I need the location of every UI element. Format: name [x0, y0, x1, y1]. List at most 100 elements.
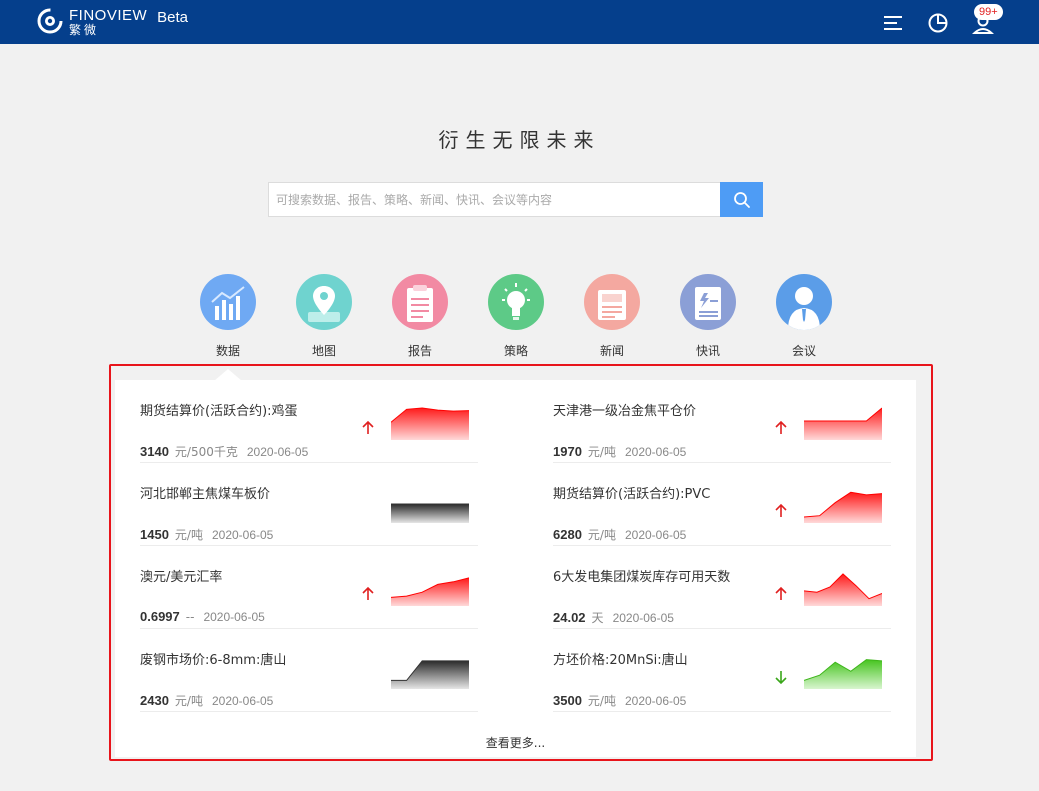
sparkline-area: [391, 577, 469, 606]
logo[interactable]: FINOVIEW 繁微 Beta: [37, 8, 188, 36]
arrow-up-icon: [775, 503, 787, 517]
sparkline-area: [804, 659, 882, 689]
category-news[interactable]: 新闻: [577, 272, 647, 359]
newspaper-icon: [584, 274, 640, 330]
sparkline-area: [391, 660, 469, 689]
item-meta: 6280 元/吨 2020-06-05: [553, 526, 686, 543]
item-meta: 24.02 天 2020-06-05: [553, 609, 674, 626]
map-pin-icon: [296, 274, 352, 330]
search-button[interactable]: [720, 182, 763, 217]
notification-badge[interactable]: 99+: [974, 4, 1003, 20]
sparkline-area: [804, 574, 882, 606]
sparkline: [391, 660, 469, 689]
data-item[interactable]: 6大发电集团煤炭库存可用天数 24.02 天 2020-06-05: [553, 546, 891, 629]
data-item[interactable]: 天津港一级冶金焦平仓价 1970 元/吨 2020-06-05: [553, 380, 891, 463]
item-value: 24.02: [553, 610, 586, 625]
category-data[interactable]: 数据: [193, 272, 263, 359]
item-unit: 天: [591, 611, 604, 625]
menu-icon[interactable]: [882, 12, 904, 34]
flash-doc-icon: [680, 274, 736, 330]
logo-mark-icon: [37, 8, 63, 34]
lightbulb-icon: [488, 274, 544, 330]
slogan: 衍生无限未来: [438, 128, 601, 152]
item-date: 2020-06-05: [246, 445, 309, 459]
data-item[interactable]: 方坯价格:20MnSi:唐山 3500 元/吨 2020-06-05: [553, 629, 891, 712]
data-panel: 查看更多... 期货结算价(活跃合约):鸡蛋 3140 元/500千克 2020-06…: [115, 380, 916, 757]
item-value: 6280: [553, 527, 582, 542]
item-meta: 1970 元/吨 2020-06-05: [553, 443, 686, 460]
item-title[interactable]: 期货结算价(活跃合约):PVC: [553, 483, 710, 502]
item-date: 2020-06-05: [624, 694, 687, 708]
category-label: 新闻: [599, 344, 624, 358]
item-value: 0.6997: [140, 609, 180, 624]
data-chart-icon: [200, 274, 256, 330]
item-date: 2020-06-05: [624, 528, 687, 542]
item-title[interactable]: 河北邯郸主焦煤车板价: [140, 483, 270, 502]
pie-chart-icon[interactable]: [927, 12, 949, 34]
category-map[interactable]: 地图: [289, 272, 359, 359]
category-meeting[interactable]: 会议: [769, 272, 839, 359]
item-unit: 元/500千克: [174, 445, 238, 459]
brand-name-cn: 繁微: [69, 23, 100, 37]
brand-name-en: FINOVIEW: [69, 7, 148, 24]
category-label: 会议: [791, 344, 816, 358]
beta-label: Beta: [157, 9, 189, 26]
item-unit: --: [185, 610, 195, 624]
item-meta: 3140 元/500千克 2020-06-05: [140, 443, 308, 460]
arrow-up-icon: [362, 586, 374, 600]
search-input[interactable]: [268, 182, 720, 217]
category-label: 报告: [407, 344, 432, 358]
sparkline: [391, 407, 469, 440]
item-title[interactable]: 方坯价格:20MnSi:唐山: [553, 649, 688, 668]
sparkline: [804, 573, 882, 606]
item-value: 1970: [553, 444, 582, 459]
sparkline: [804, 407, 882, 440]
item-title[interactable]: 6大发电集团煤炭库存可用天数: [553, 566, 730, 585]
item-value: 2430: [140, 693, 169, 708]
arrow-up-icon: [775, 586, 787, 600]
person-icon: [776, 274, 832, 330]
data-item[interactable]: 期货结算价(活跃合约):PVC 6280 元/吨 2020-06-05: [553, 463, 891, 546]
search-icon: [733, 191, 750, 208]
view-more-link[interactable]: 查看更多...: [115, 734, 916, 751]
top-navbar: FINOVIEW 繁微 Beta 99+: [0, 0, 1039, 44]
item-date: 2020-06-05: [211, 694, 274, 708]
item-value: 3140: [140, 444, 169, 459]
data-item[interactable]: 河北邯郸主焦煤车板价 1450 元/吨 2020-06-05: [140, 463, 478, 546]
data-item[interactable]: 期货结算价(活跃合约):鸡蛋 3140 元/500千克 2020-06-05: [140, 380, 478, 463]
item-meta: 2430 元/吨 2020-06-05: [140, 692, 273, 709]
item-date: 2020-06-05: [612, 611, 674, 625]
sparkline: [391, 577, 469, 606]
clipboard-icon: [392, 274, 448, 330]
item-date: 2020-06-05: [211, 528, 274, 542]
item-unit: 元/吨: [174, 528, 203, 542]
item-date: 2020-06-05: [203, 610, 265, 624]
category-flash[interactable]: 快讯: [673, 272, 743, 359]
category-label: 策略: [503, 344, 528, 358]
item-value: 3500: [553, 693, 582, 708]
arrow-up-icon: [362, 420, 374, 434]
category-report[interactable]: 报告: [385, 272, 455, 359]
sparkline-area: [804, 408, 882, 440]
item-title[interactable]: 澳元/美元汇率: [140, 566, 222, 585]
item-unit: 元/吨: [587, 528, 616, 542]
sparkline: [804, 659, 882, 689]
data-item[interactable]: 废钢市场价:6-8mm:唐山 2430 元/吨 2020-06-05: [140, 629, 478, 712]
item-title[interactable]: 天津港一级冶金焦平仓价: [553, 400, 696, 419]
item-title[interactable]: 期货结算价(活跃合约):鸡蛋: [140, 400, 298, 419]
category-label: 地图: [311, 344, 336, 358]
category-label: 快讯: [695, 344, 720, 358]
sparkline: [804, 491, 882, 523]
item-unit: 元/吨: [587, 694, 616, 708]
data-item[interactable]: 澳元/美元汇率 0.6997 -- 2020-06-05: [140, 546, 478, 629]
item-meta: 3500 元/吨 2020-06-05: [553, 692, 686, 709]
item-meta: 0.6997 -- 2020-06-05: [140, 609, 265, 624]
category-label: 数据: [215, 344, 240, 358]
item-value: 1450: [140, 527, 169, 542]
arrow-up-icon: [775, 420, 787, 434]
search-bar: [268, 182, 763, 217]
category-strategy[interactable]: 策略: [481, 272, 551, 359]
item-unit: 元/吨: [174, 694, 203, 708]
item-title[interactable]: 废钢市场价:6-8mm:唐山: [140, 649, 286, 668]
sparkline-area: [391, 504, 469, 523]
